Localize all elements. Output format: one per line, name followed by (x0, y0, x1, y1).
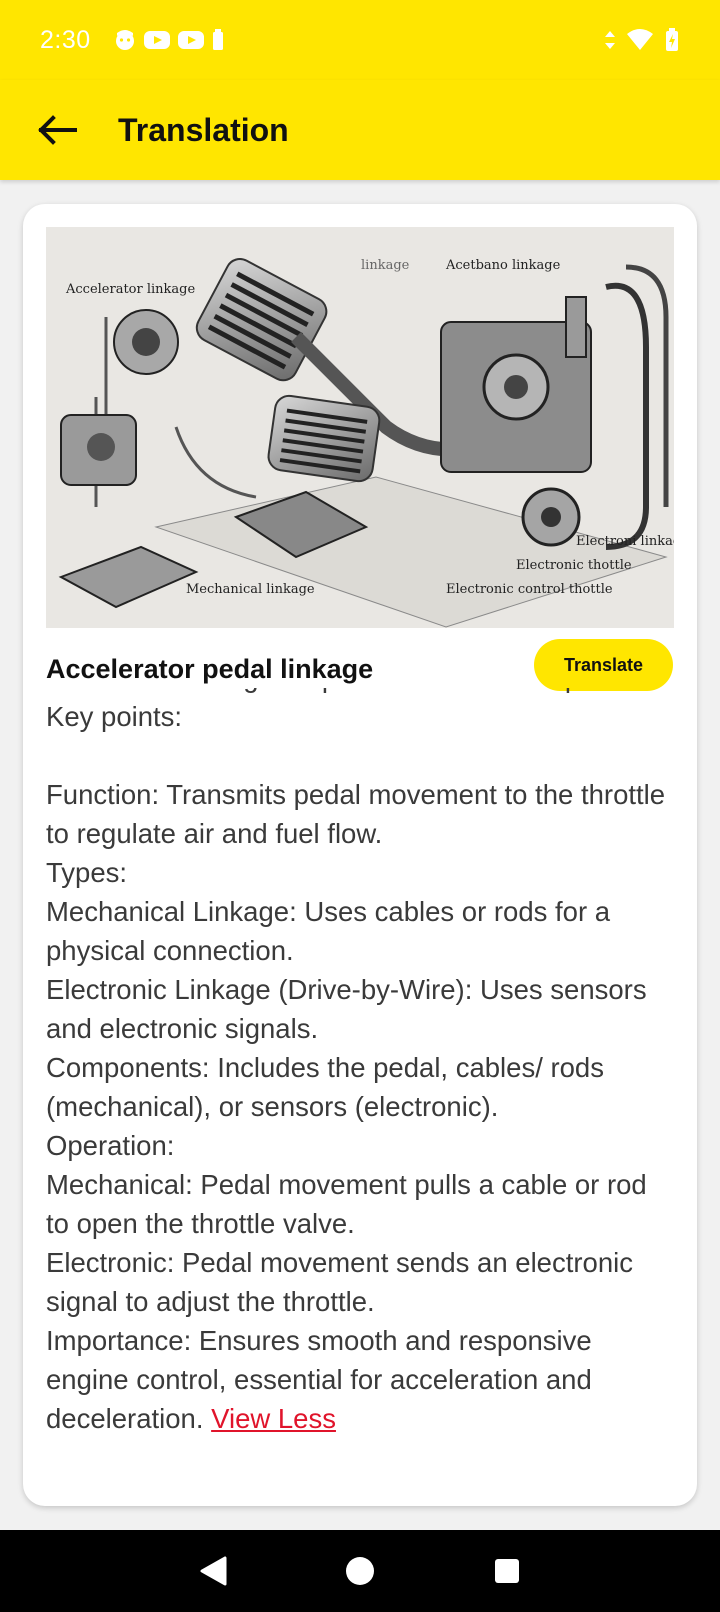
nav-recents-button[interactable] (477, 1541, 537, 1601)
arrow-left-icon (38, 115, 77, 145)
label-accelerator-linkage: Accelerator linkage (65, 282, 195, 297)
battery-charging-icon (666, 28, 678, 51)
status-icons-right (604, 27, 680, 53)
accelerator-linkage-illustration: Accelerator linkage linkage Acetbano lin… (46, 227, 674, 628)
back-button[interactable] (0, 80, 118, 180)
content-card: Accelerator linkage linkage Acetbano lin… (23, 204, 697, 1506)
description-container: to control the engine's power and vehicl… (46, 688, 676, 1474)
youtube-icon (143, 31, 170, 49)
label-linkage-top: linkage (361, 258, 410, 273)
illustration-drawing: Accelerator linkage linkage Acetbano lin… (46, 227, 674, 628)
nav-back-button[interactable] (183, 1541, 243, 1601)
status-icons-left (113, 28, 225, 52)
triangle-back-icon (200, 1556, 227, 1586)
wifi-icon (627, 29, 653, 50)
youtube-icon (177, 31, 204, 49)
status-bar: 2:30 (0, 0, 720, 80)
label-acetbano-linkage: Acetbano linkage (445, 258, 561, 273)
label-mechanical-linkage: Mechanical linkage (186, 582, 315, 597)
label-electronic-linkage: Electroni linkage (576, 534, 674, 549)
app-bar: Translation (0, 80, 720, 180)
status-time: 2:30 (40, 25, 91, 54)
description-body: to control the engine's power and vehicl… (46, 688, 666, 1434)
view-less-link[interactable]: View Less (211, 1403, 336, 1434)
description-text: to control the engine's power and vehicl… (46, 688, 676, 1438)
battery-saver-icon (212, 29, 223, 50)
translate-button[interactable]: Translate (534, 639, 673, 691)
nav-home-button[interactable] (330, 1541, 390, 1601)
page-title: Translation (118, 111, 289, 148)
system-nav-bar (0, 1530, 720, 1612)
face-icon (115, 30, 134, 50)
data-arrows-icon (605, 31, 615, 49)
label-electronic-control-thottle: Electronic control thottle (446, 582, 613, 597)
circle-home-icon (345, 1557, 374, 1585)
card-title: Accelerator pedal linkage (46, 654, 374, 684)
square-recents-icon (494, 1559, 519, 1583)
label-electronic-thottle: Electronic thottle (516, 558, 632, 573)
